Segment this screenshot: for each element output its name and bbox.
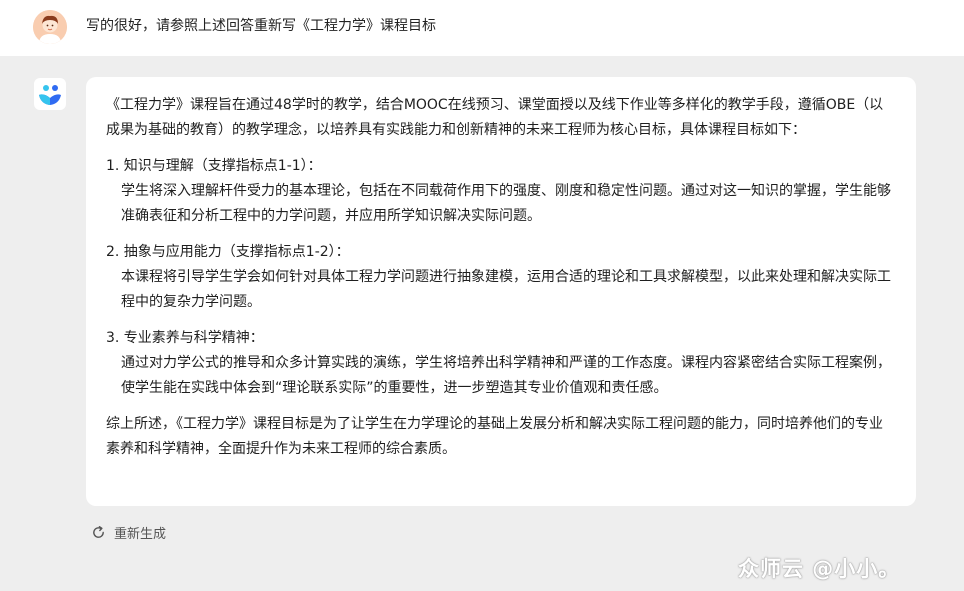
user-avatar-icon <box>33 10 67 44</box>
user-message-text: 写的很好，请参照上述回答重新写《工程力学》课程目标 <box>86 18 436 34</box>
goal-item-title: 3. 专业素养与科学精神： <box>106 330 264 346</box>
goal-item-professionalism: 3. 专业素养与科学精神： 通过对力学公式的推导和众多计算实践的演练，学生将培养… <box>106 326 896 401</box>
goal-item-title: 1. 知识与理解（支撑指标点1-1）： <box>106 158 322 174</box>
watermark: 众师云 @小小。 <box>738 557 901 581</box>
goal-item-title: 2. 抽象与应用能力（支撑指标点1-2）： <box>106 244 350 260</box>
assistant-logo-icon <box>39 85 61 105</box>
goal-item-body: 通过对力学公式的推导和众多计算实践的演练，学生将培养出科学精神和严谨的工作态度。… <box>121 355 891 396</box>
response-summary: 综上所述，《工程力学》课程目标是为了让学生在力学理论的基础上发展分析和解决实际工… <box>106 416 883 457</box>
goal-item-abstraction: 2. 抽象与应用能力（支撑指标点1-2）： 本课程将引导学生学会如何针对具体工程… <box>106 240 896 315</box>
refresh-icon <box>93 525 104 538</box>
goal-item-body: 本课程将引导学生学会如何针对具体工程力学问题进行抽象建模，运用合适的理论和工具求… <box>121 269 891 310</box>
user-message-row: 写的很好，请参照上述回答重新写《工程力学》课程目标 <box>0 0 964 56</box>
goal-item-knowledge: 1. 知识与理解（支撑指标点1-1）： 学生将深入理解杆件受力的基本理论，包括在… <box>106 154 896 229</box>
response-intro: 《工程力学》课程旨在通过48学时的教学，结合MOOC在线预习、课堂面授以及线下作… <box>106 97 884 138</box>
regenerate-label: 重新生成 <box>114 526 167 542</box>
assistant-response-card: 《工程力学》课程旨在通过48学时的教学，结合MOOC在线预习、课堂面授以及线下作… <box>86 77 916 506</box>
user-avatar <box>33 10 67 44</box>
goal-item-body: 学生将深入理解杆件受力的基本理论，包括在不同载荷作用下的强度、刚度和稳定性问题。… <box>121 183 891 224</box>
assistant-avatar <box>34 78 66 110</box>
regenerate-button[interactable]: 重新生成 <box>91 521 166 543</box>
